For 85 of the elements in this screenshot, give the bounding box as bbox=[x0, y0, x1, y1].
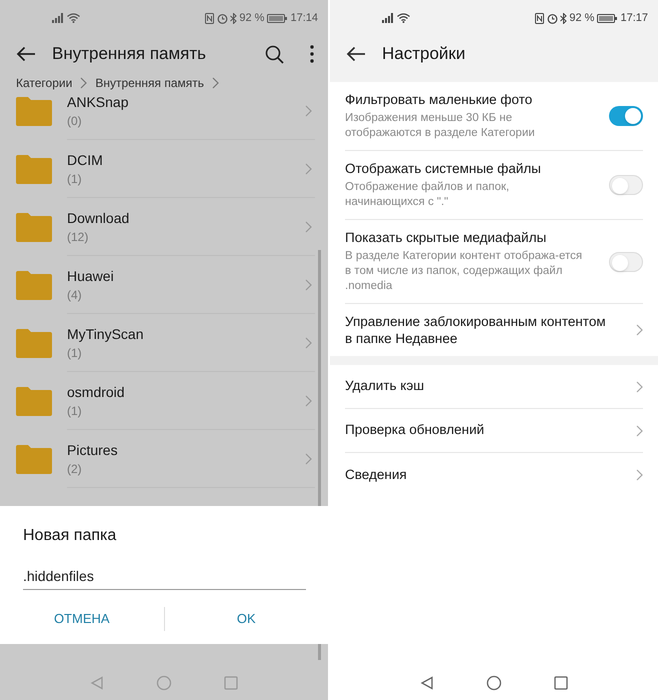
chevron-right-icon bbox=[212, 77, 220, 89]
item-count: (1) bbox=[67, 344, 82, 362]
chevron-right-icon bbox=[305, 163, 312, 175]
folder-row[interactable]: MyTinyScan (1) bbox=[0, 314, 328, 372]
chevron-right-icon bbox=[305, 221, 312, 233]
folder-row[interactable]: Huawei (4) bbox=[0, 256, 328, 314]
toggle-switch[interactable] bbox=[609, 252, 643, 272]
search-icon[interactable] bbox=[265, 44, 284, 64]
home-nav-icon[interactable] bbox=[486, 674, 502, 690]
chevron-right-icon bbox=[636, 424, 643, 436]
folder-icon bbox=[16, 444, 52, 474]
folder-icon bbox=[16, 386, 52, 416]
signal-icon bbox=[52, 13, 64, 23]
folder-row[interactable]: osmdroid (1) bbox=[0, 372, 328, 430]
status-time: 17:17 bbox=[620, 10, 648, 26]
setting-description: Отображение файлов и папок, начинающихся с "." bbox=[345, 180, 510, 210]
folder-name: osmdroid bbox=[67, 382, 125, 402]
status-time: 17:14 bbox=[290, 10, 318, 26]
screen-title: Настройки bbox=[382, 43, 466, 66]
setting-title: Отображать системные файлы bbox=[345, 160, 542, 177]
chevron-right-icon bbox=[305, 105, 312, 117]
nfc-icon bbox=[535, 12, 544, 24]
chevron-right-icon bbox=[305, 337, 312, 349]
item-count: (1) bbox=[67, 170, 82, 188]
alarm-icon bbox=[217, 12, 228, 24]
signal-icon bbox=[382, 13, 394, 23]
setting-title: Показать скрытые медиафайлы bbox=[345, 229, 548, 246]
toggle-switch[interactable] bbox=[609, 106, 643, 126]
wifi-icon bbox=[67, 13, 80, 23]
battery-percentage: 92 % bbox=[569, 10, 594, 26]
setting-title: Управление заблокированным контентом в папке Недавнее bbox=[345, 313, 607, 347]
chevron-right-icon bbox=[305, 395, 312, 407]
folder-icon bbox=[16, 270, 52, 300]
settings-item[interactable]: Проверка обновлений bbox=[345, 409, 643, 453]
nfc-icon bbox=[205, 12, 214, 24]
folder-name: Pictures bbox=[67, 440, 118, 460]
folder-name: Huawei bbox=[67, 266, 114, 286]
chevron-right-icon bbox=[80, 77, 88, 89]
dialog-button[interactable]: OK bbox=[164, 604, 328, 634]
folder-icon bbox=[16, 96, 52, 126]
alarm-icon bbox=[547, 12, 558, 24]
breadcrumb-link[interactable]: Категории bbox=[16, 74, 72, 92]
chevron-right-icon bbox=[636, 380, 643, 392]
toggle-switch[interactable] bbox=[609, 175, 643, 195]
chevron-right-icon bbox=[636, 324, 643, 336]
breadcrumb-link[interactable]: Внутренняя память bbox=[95, 74, 204, 92]
folder-name: DCIM bbox=[67, 150, 103, 170]
setting-title: Фильтровать маленькие фото bbox=[345, 91, 534, 108]
item-count: (12) bbox=[67, 228, 88, 246]
wifi-icon bbox=[397, 13, 410, 23]
dialog-title: Новая папка bbox=[22, 526, 118, 546]
back-nav-icon[interactable] bbox=[420, 676, 434, 690]
chevron-right-icon bbox=[305, 453, 312, 465]
battery-icon bbox=[267, 14, 288, 22]
folder-name: MyTinyScan bbox=[67, 324, 144, 344]
battery-percentage: 92 % bbox=[239, 10, 264, 26]
item-count: (2) bbox=[67, 460, 82, 478]
item-count: (4) bbox=[67, 286, 82, 304]
item-count: (1) bbox=[67, 402, 82, 420]
back-arrow-icon[interactable] bbox=[346, 46, 366, 62]
more-options-icon[interactable] bbox=[310, 45, 314, 63]
folder-row[interactable]: DCIM (1) bbox=[0, 140, 328, 198]
settings-item[interactable]: Сведения bbox=[345, 453, 643, 497]
chevron-right-icon bbox=[305, 279, 312, 291]
folder-name: ANKSnap bbox=[67, 94, 128, 112]
settings-item[interactable]: Удалить кэш bbox=[345, 365, 643, 409]
recents-nav-icon[interactable] bbox=[554, 676, 568, 690]
folder-name: Download bbox=[67, 208, 130, 228]
setting-description: В разделе Категории контент отобража-ется в том числе из папок, содержащих файл .nomedia bbox=[345, 249, 584, 294]
screen-title: Внутренняя память bbox=[52, 43, 208, 66]
battery-icon bbox=[597, 14, 618, 22]
folder-row[interactable]: ANKSnap (0) bbox=[0, 94, 328, 140]
folder-icon bbox=[16, 212, 52, 242]
folder-name-input[interactable]: .hiddenfiles bbox=[23, 562, 306, 590]
folder-row[interactable]: Pictures (2) bbox=[0, 430, 328, 488]
bluetooth-icon bbox=[560, 12, 568, 24]
bluetooth-icon bbox=[230, 12, 238, 24]
chevron-right-icon bbox=[636, 469, 643, 481]
folder-icon bbox=[16, 328, 52, 358]
back-arrow-icon[interactable] bbox=[16, 46, 36, 62]
folder-icon bbox=[16, 154, 52, 184]
folder-row[interactable]: Download (12) bbox=[0, 198, 328, 256]
dialog-button[interactable]: ОТМЕНА bbox=[0, 604, 164, 634]
item-count: (0) bbox=[67, 112, 82, 130]
setting-description: Изображения меньше 30 КБ не отображаются в разделе Категории bbox=[345, 111, 536, 141]
